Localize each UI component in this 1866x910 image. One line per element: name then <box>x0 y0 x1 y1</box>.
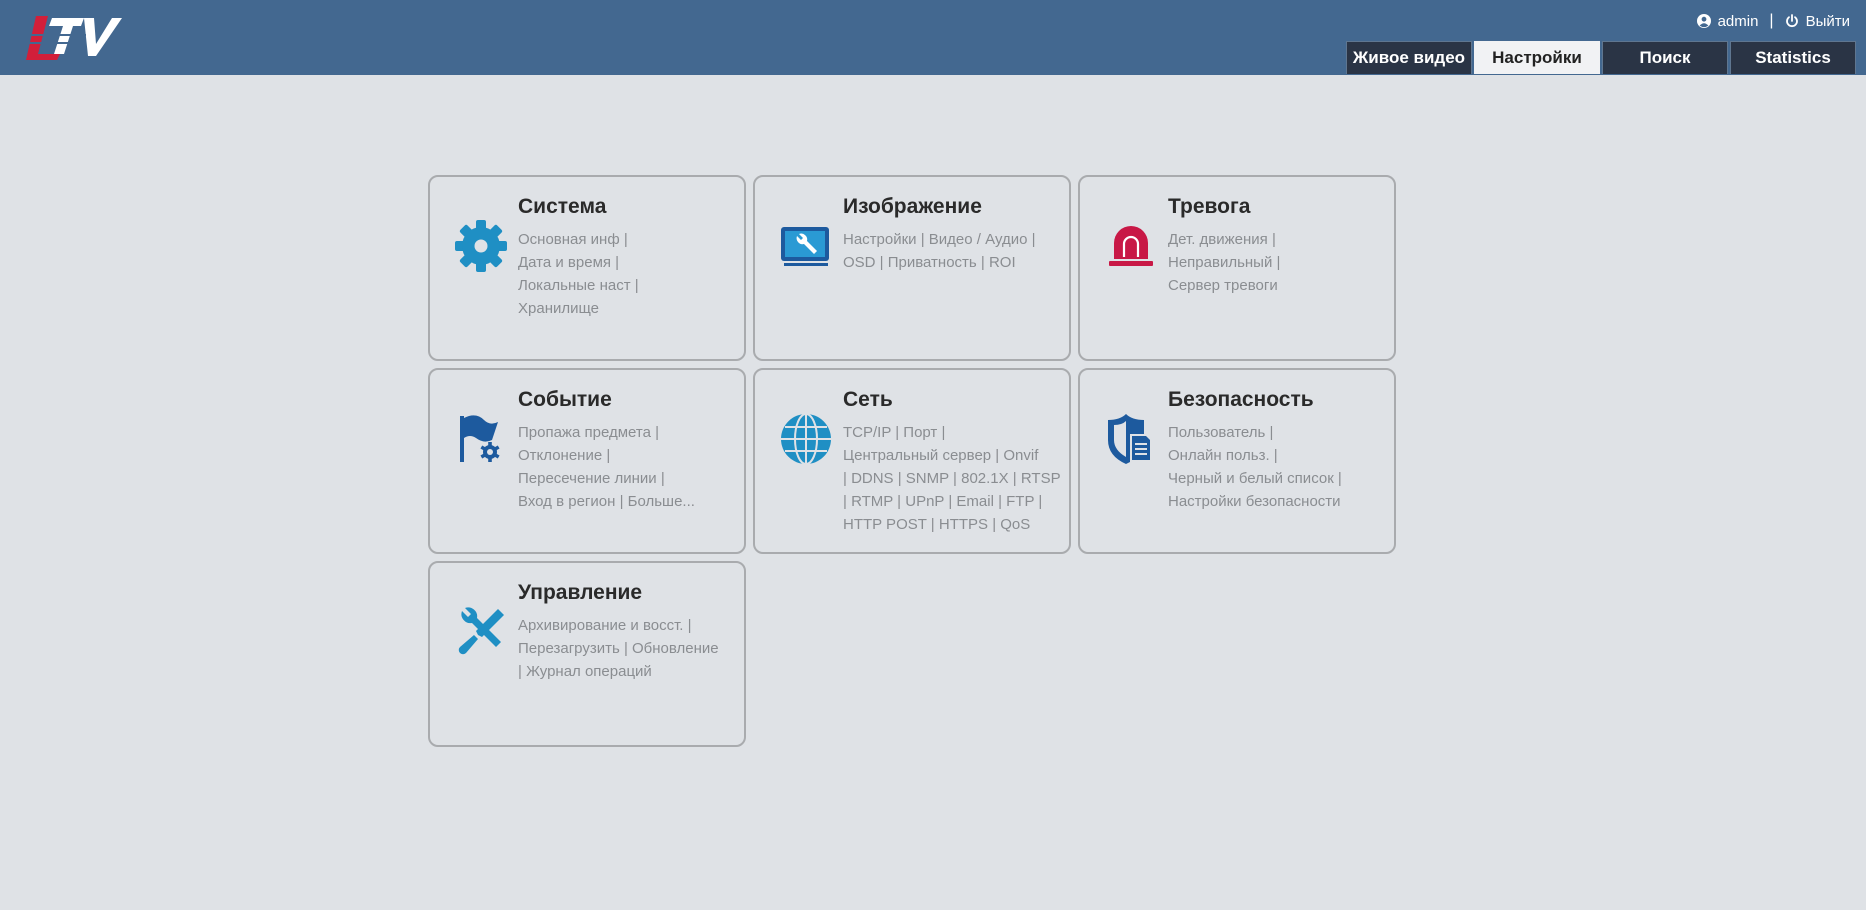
link-local-settings[interactable]: Локальные наст | <box>518 277 639 294</box>
card-title: Система <box>518 195 607 218</box>
link-operation-log[interactable]: | Журнал операций <box>518 663 652 680</box>
link-httppost-https-qos[interactable]: HTTP POST | HTTPS | QoS <box>843 516 1030 533</box>
tab-settings[interactable]: Настройки <box>1474 41 1600 74</box>
link-reboot-upgrade[interactable]: Перезагрузить | Обновление <box>518 640 719 657</box>
alarm-siren-icon <box>1109 226 1153 266</box>
card-event[interactable]: Событие Пропажа предмета | Отклонение | … <box>428 368 746 554</box>
link-black-white-list[interactable]: Черный и белый список | <box>1168 470 1342 487</box>
card-title: Событие <box>518 388 612 411</box>
ltv-logo <box>26 16 122 60</box>
card-system[interactable]: Система Основная инф | Дата и время | Ло… <box>428 175 746 361</box>
card-title: Управление <box>518 581 643 604</box>
card-title: Сеть <box>843 388 893 411</box>
card-security[interactable]: Безопасность Пользователь | Онлайн польз… <box>1078 368 1396 554</box>
link-ddns-snmp-8021x-rtsp[interactable]: | DDNS | SNMP | 802.1X | RTSP <box>843 470 1061 487</box>
link-online-users[interactable]: Онлайн польз. | <box>1168 447 1278 464</box>
link-tcpip-port[interactable]: TCP/IP | Порт | <box>843 424 945 441</box>
flag-gear-icon <box>460 415 500 462</box>
link-rtmp-upnp-email-ftp[interactable]: | RTMP | UPnP | Email | FTP | <box>843 493 1042 510</box>
tab-live-video[interactable]: Живое видео <box>1346 41 1472 74</box>
card-title: Изображение <box>843 195 982 218</box>
link-date-time[interactable]: Дата и время | <box>518 254 619 271</box>
main-tabs: Живое видео Настройки Поиск Statistics <box>1344 41 1856 74</box>
card-alarm[interactable]: Тревога Дет. движения | Неправильный | С… <box>1078 175 1396 361</box>
logout-link[interactable]: Выйти <box>1806 13 1850 30</box>
card-links: Пропажа предмета | Отклонение | Пересече… <box>518 421 740 513</box>
card-links: TCP/IP | Порт | Центральный сервер | Onv… <box>843 421 1065 536</box>
card-links: Дет. движения | Неправильный | Сервер тр… <box>1168 228 1390 297</box>
card-network[interactable]: Сеть TCP/IP | Порт | Центральный сервер … <box>753 368 1071 554</box>
tab-search[interactable]: Поиск <box>1602 41 1728 74</box>
link-user[interactable]: Пользователь | <box>1168 424 1273 441</box>
link-osd-privacy-roi[interactable]: OSD | Приватность | ROI <box>843 254 1016 271</box>
globe-icon <box>781 413 831 465</box>
card-links: Основная инф | Дата и время | Локальные … <box>518 228 740 320</box>
link-deviation[interactable]: Отклонение | <box>518 447 610 464</box>
shield-document-icon <box>1108 414 1152 464</box>
link-alarm-server[interactable]: Сервер тревоги <box>1168 277 1278 294</box>
link-video-audio-settings[interactable]: Настройки | Видео / Аудио | <box>843 231 1035 248</box>
card-image[interactable]: Изображение Настройки | Видео / Аудио | … <box>753 175 1071 361</box>
user-separator: | <box>1769 12 1774 29</box>
card-links: Пользователь | Онлайн польз. | Черный и … <box>1168 421 1390 513</box>
link-motion-detection[interactable]: Дет. движения | <box>1168 231 1276 248</box>
link-object-removal[interactable]: Пропажа предмета | <box>518 424 659 441</box>
link-security-settings[interactable]: Настройки безопасности <box>1168 493 1341 510</box>
link-line-crossing[interactable]: Пересечение линии | <box>518 470 665 487</box>
card-links: Настройки | Видео / Аудио | OSD | Приват… <box>843 228 1065 274</box>
monitor-wrench-icon <box>781 227 829 266</box>
card-title: Тревога <box>1168 195 1251 218</box>
card-management[interactable]: Управление Архивирование и восст. | Пере… <box>428 561 746 747</box>
link-region-entry-more[interactable]: Вход в регион | Больше... <box>518 493 695 510</box>
gear-icon <box>455 220 507 272</box>
link-storage[interactable]: Хранилище <box>518 300 599 317</box>
power-icon[interactable] <box>1785 14 1799 28</box>
card-links: Архивирование и восст. | Перезагрузить |… <box>518 614 740 683</box>
tools-icon <box>458 607 504 655</box>
user-bar: admin | Выйти <box>1696 12 1850 30</box>
tab-statistics[interactable]: Statistics <box>1730 41 1856 74</box>
link-exception[interactable]: Неправильный | <box>1168 254 1280 271</box>
link-basic-info[interactable]: Основная инф | <box>518 231 628 248</box>
card-title: Безопасность <box>1168 388 1314 411</box>
user-icon <box>1696 14 1711 28</box>
username-link[interactable]: admin <box>1718 13 1759 30</box>
link-central-server-onvif[interactable]: Центральный сервер | Onvif <box>843 447 1038 464</box>
link-backup-restore[interactable]: Архивирование и восст. | <box>518 617 692 634</box>
top-header: admin | Выйти Живое видео Настройки Поис… <box>0 0 1866 75</box>
